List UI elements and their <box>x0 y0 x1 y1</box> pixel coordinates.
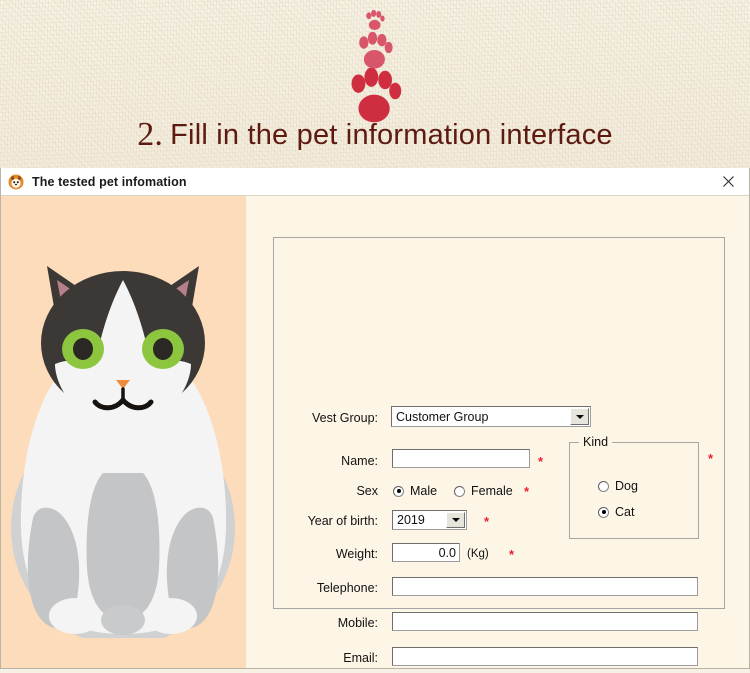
sex-radio-female[interactable]: Female <box>454 484 513 498</box>
sex-required-marker: * <box>524 484 530 499</box>
radio-dot-dog-icon <box>598 480 609 492</box>
paw-print-decoration <box>0 4 750 123</box>
sex-radio-male[interactable]: Male <box>393 484 437 498</box>
kind-radio-dog[interactable]: Dog <box>598 479 638 493</box>
mobile-label: Mobile: <box>337 616 378 630</box>
step-number: 2. <box>137 116 164 153</box>
sex-female-label: Female <box>471 484 513 498</box>
email-input[interactable] <box>392 647 698 666</box>
year-of-birth-label: Year of birth: <box>307 514 378 528</box>
sex-label: Sex <box>356 484 378 498</box>
page-title: 2. Fill in the pet information interface <box>0 116 750 154</box>
weight-required-marker: * <box>509 547 515 562</box>
window-title-bar: The tested pet infomation <box>1 168 749 196</box>
name-required-marker: * <box>538 454 544 469</box>
kind-groupbox: Kind Dog Cat <box>569 435 699 539</box>
telephone-input[interactable] <box>392 577 698 596</box>
weight-label: Weight: <box>335 547 378 561</box>
kind-required-marker: * <box>708 451 714 466</box>
illustration-panel <box>1 196 246 668</box>
form-panel: Vest Group: Customer Group Name: * Sex M… <box>246 196 749 668</box>
chevron-down-icon[interactable] <box>446 512 465 528</box>
close-icon[interactable] <box>717 171 739 192</box>
paw-print-small <box>365 10 385 31</box>
kind-legend: Kind <box>579 435 613 449</box>
radio-dot-male-icon <box>393 485 404 497</box>
pet-face-icon <box>8 174 24 190</box>
radio-dot-female-icon <box>454 485 465 497</box>
application-window: The tested pet infomation Vest Group: Cu… <box>0 168 750 669</box>
year-of-birth-select[interactable]: 2019 <box>392 510 467 530</box>
year-of-birth-value: 2019 <box>397 513 425 527</box>
year-of-birth-required-marker: * <box>484 514 490 529</box>
kind-dog-label: Dog <box>615 479 638 493</box>
paw-print-medium <box>356 32 393 70</box>
sex-male-label: Male <box>410 484 438 498</box>
kind-radio-cat[interactable]: Cat <box>598 505 634 519</box>
telephone-label: Telephone: <box>316 581 378 595</box>
weight-unit-label: (Kg) <box>467 548 489 560</box>
window-title: The tested pet infomation <box>32 174 187 189</box>
step-title-text: Fill in the pet information interface <box>170 119 613 151</box>
weight-input[interactable] <box>392 543 460 562</box>
mobile-input[interactable] <box>392 612 698 631</box>
window-body: Vest Group: Customer Group Name: * Sex M… <box>1 196 749 668</box>
page-header: 2. Fill in the pet information interface <box>0 0 750 168</box>
email-label: Email: <box>343 651 378 665</box>
name-label: Name: <box>341 454 378 468</box>
radio-dot-cat-icon <box>598 506 609 518</box>
kind-cat-label: Cat <box>615 505 635 519</box>
name-input[interactable] <box>392 449 530 468</box>
sitting-cat-illustration <box>11 266 235 638</box>
